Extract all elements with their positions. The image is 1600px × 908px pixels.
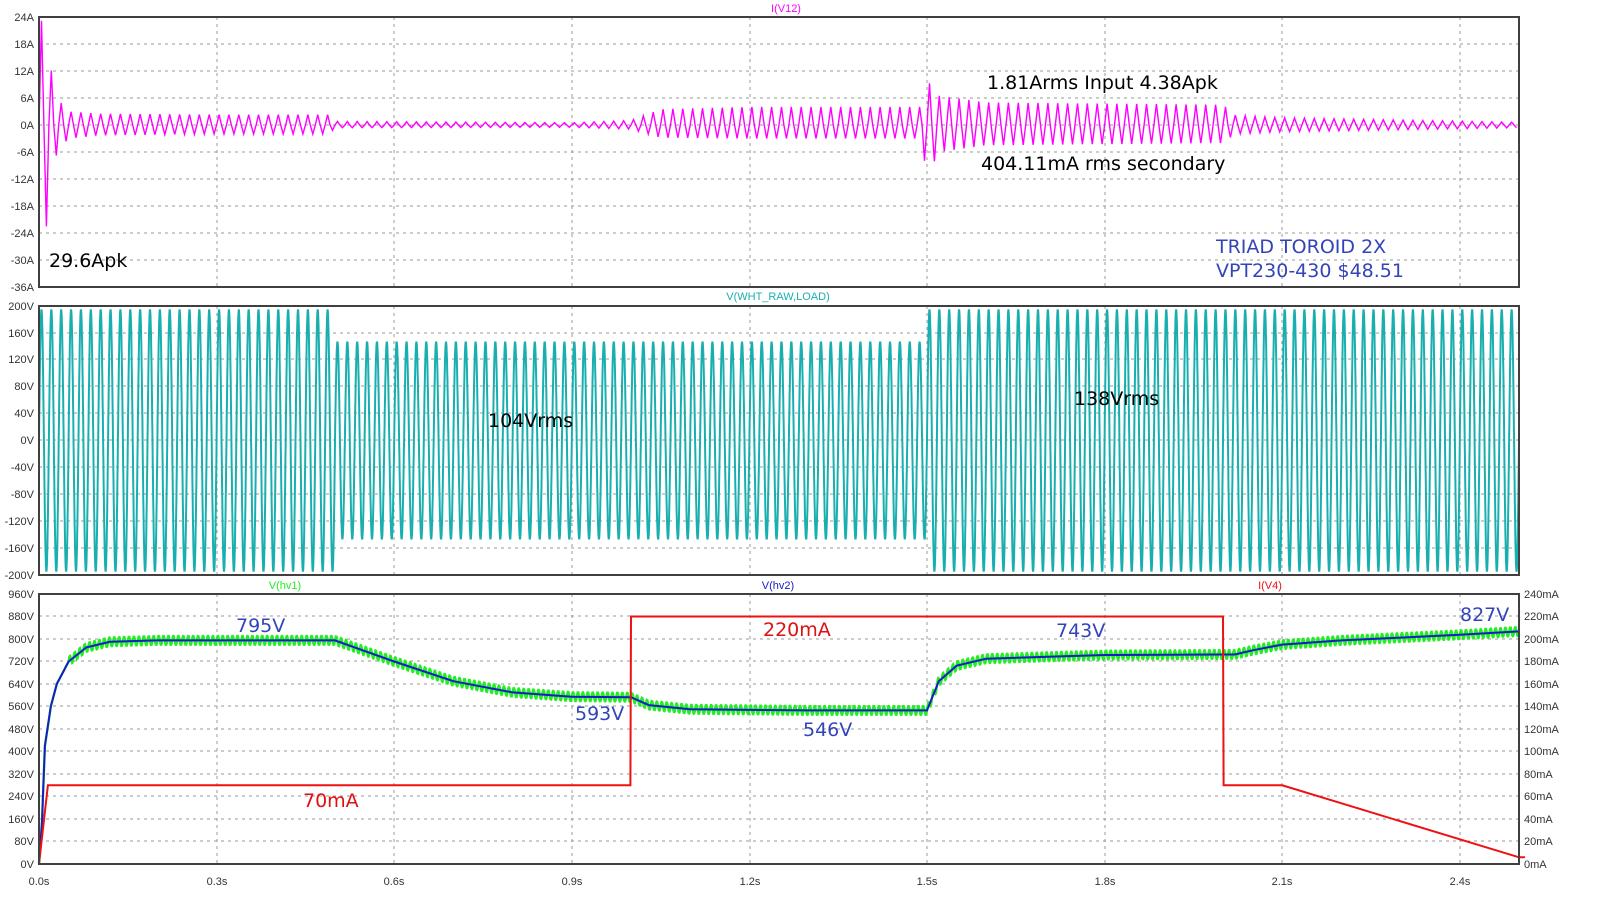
x-tick-label: 1.2s (740, 876, 761, 888)
annotation-743v: 743V (1056, 620, 1105, 642)
y-tick-label: 0V (21, 435, 35, 447)
y-tick-label: 720V (8, 656, 34, 668)
y-ticks-bottom-left: 960V 880V 800V 720V 640V 560V 480V 400V … (8, 589, 34, 871)
y-ticks-top: 24A 18A 12A 6A 0A -6A -12A -18A -24A -30… (11, 12, 35, 294)
y-tick-label: -24A (11, 228, 35, 240)
y-tick-label: -80V (11, 489, 35, 501)
y-tick-label: 24A (14, 12, 34, 24)
trace-label-v12[interactable]: I(V12) (771, 3, 801, 15)
x-tick-label: 2.4s (1450, 876, 1471, 888)
waveform-viewer: I(V12) 24A 18A 12A 6A 0A -6A -12A -18A -… (5, 3, 1560, 888)
y-tick-label: 880V (8, 611, 34, 623)
y-tick-label: 80V (14, 836, 34, 848)
y-tick-label: -120V (5, 516, 35, 528)
y-tick-label: 480V (8, 724, 34, 736)
annotation-peak-current: 29.6Apk (49, 250, 127, 272)
y-tick-label: 0A (21, 120, 35, 132)
y2-tick-label: 80mA (1524, 769, 1553, 781)
trace-label-iv4[interactable]: I(V4) (1258, 580, 1282, 592)
y2-tick-label: 120mA (1524, 724, 1560, 736)
y-ticks-bottom-right: 240mA 220mA 200mA 180mA 160mA 140mA 120m… (1524, 589, 1560, 871)
annotation-rms-104: 104Vrms (488, 410, 573, 432)
y-tick-label: 120V (8, 354, 34, 366)
y-tick-label: 160V (8, 814, 34, 826)
y-tick-label: 160V (8, 328, 34, 340)
annotation-input-current: 1.81Arms Input 4.38Apk (987, 72, 1218, 94)
x-tick-label: 0.6s (384, 876, 405, 888)
y-tick-label: 12A (14, 66, 34, 78)
series-v12-waveform (38, 20, 1518, 227)
y2-tick-label: 40mA (1524, 814, 1553, 826)
y-ticks-middle: 200V 160V 120V 80V 40V 0V -40V -80V -120… (5, 301, 35, 582)
y-tick-label: 960V (8, 589, 34, 601)
y-tick-label: 640V (8, 679, 34, 691)
y-tick-label: 6A (21, 93, 35, 105)
annotation-827v: 827V (1460, 604, 1509, 626)
y-tick-label: 200V (8, 301, 34, 313)
series-iv4-line (38, 615, 1525, 865)
x-tick-label: 2.1s (1272, 876, 1293, 888)
y-tick-label: 240V (8, 791, 34, 803)
y2-tick-label: 180mA (1524, 656, 1560, 668)
y-tick-label: -36A (11, 282, 35, 294)
annotation-transformer-part: VPT230-430 $48.51 (1216, 260, 1404, 282)
panel-top: I(V12) 24A 18A 12A 6A 0A -6A -12A -18A -… (11, 3, 1520, 294)
annotation-transformer-model: TRIAD TOROID 2X (1215, 236, 1386, 258)
y-tick-label: -6A (17, 147, 35, 159)
annotation-593v: 593V (575, 703, 624, 725)
annotation-70ma: 70mA (303, 790, 359, 812)
trace-label-hv2[interactable]: V(hv2) (762, 580, 794, 592)
y-tick-label: -18A (11, 201, 35, 213)
annotation-secondary-current: 404.11mA rms secondary (981, 153, 1225, 175)
y-tick-label: 18A (14, 39, 34, 51)
series-hv1-line (37, 625, 1521, 865)
x-ticks-bottom: 0.0s 0.3s 0.6s 0.9s 1.2s 1.5s 1.8s 2.1s … (29, 876, 1471, 888)
y-tick-label: 400V (8, 746, 34, 758)
y2-tick-label: 20mA (1524, 836, 1553, 848)
panel-middle: V(WHT_RAW,LOAD) 200V 160V 120V 80V 40V 0… (5, 291, 1520, 582)
annotation-795v: 795V (236, 615, 285, 637)
y-tick-label: 0V (21, 859, 35, 871)
y2-tick-label: 140mA (1524, 701, 1560, 713)
series-wht-waveform (38, 309, 1520, 572)
y2-tick-label: 220mA (1524, 611, 1560, 623)
y-tick-label: -160V (5, 543, 35, 555)
trace-label-hv1[interactable]: V(hv1) (269, 580, 301, 592)
x-tick-label: 1.8s (1095, 876, 1116, 888)
x-tick-label: 0.9s (562, 876, 583, 888)
trace-label-wht[interactable]: V(WHT_RAW,LOAD) (726, 291, 830, 303)
y-tick-label: -12A (11, 174, 35, 186)
y-tick-label: -30A (11, 255, 35, 267)
y-tick-label: 40V (14, 408, 34, 420)
panel-bottom: V(hv1) V(hv2) I(V4) 960V 880V 800V 720V … (8, 580, 1559, 888)
y2-tick-label: 0mA (1524, 859, 1547, 871)
y-tick-label: 320V (8, 769, 34, 781)
y-tick-label: 80V (14, 381, 34, 393)
y2-tick-label: 160mA (1524, 679, 1560, 691)
x-tick-label: 1.5s (917, 876, 938, 888)
y2-tick-label: 60mA (1524, 791, 1553, 803)
y-tick-label: -40V (11, 462, 35, 474)
annotation-546v: 546V (803, 719, 852, 741)
y2-tick-label: 100mA (1524, 746, 1560, 758)
y-tick-label: -200V (5, 570, 35, 582)
y-tick-label: 800V (8, 634, 34, 646)
series-hv2-line (38, 630, 1520, 865)
annotation-220ma: 220mA (763, 619, 831, 641)
y2-tick-label: 240mA (1524, 589, 1560, 601)
annotation-rms-138: 138Vrms (1074, 388, 1159, 410)
y-tick-label: 560V (8, 701, 34, 713)
x-tick-label: 0.0s (29, 876, 50, 888)
x-tick-label: 0.3s (207, 876, 228, 888)
y2-tick-label: 200mA (1524, 634, 1560, 646)
